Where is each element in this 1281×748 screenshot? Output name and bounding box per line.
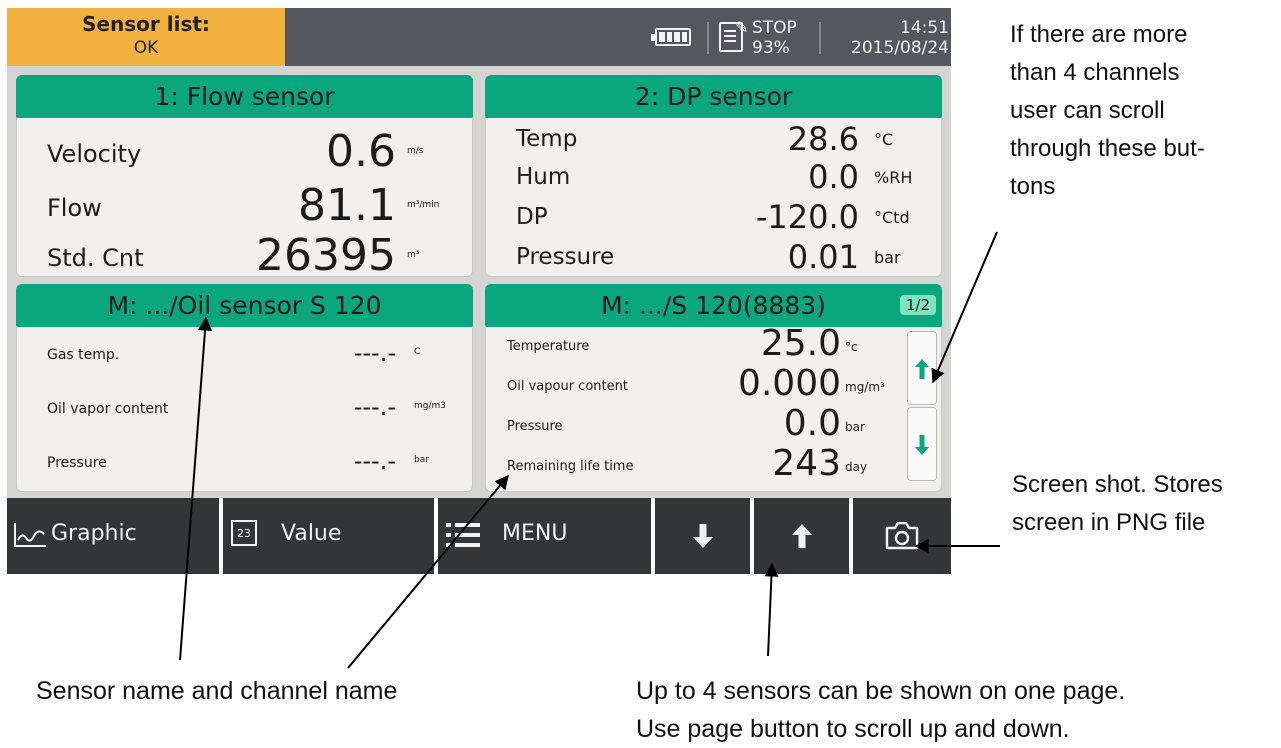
annotation-line: through these but-	[1010, 135, 1205, 162]
annotation-line: than 4 channels	[1010, 59, 1180, 86]
arrow-to-page-button	[764, 562, 779, 657]
sensor-name-annotation: Sensor name and channel name	[36, 677, 398, 705]
annotation-line: If there are more	[1010, 21, 1188, 48]
page-button-annotation: Up to 4 sensors can be shown on one page…	[636, 672, 1125, 748]
annotation-line: user can scroll	[1010, 97, 1165, 124]
annotation-line: screen in PNG file	[1012, 509, 1206, 536]
arrow-to-sensor-name	[179, 316, 213, 661]
arrow-to-scroll-buttons	[931, 231, 998, 384]
annotation-line: Up to 4 sensors can be shown on one page…	[636, 677, 1126, 705]
annotation-line: tons	[1010, 173, 1056, 200]
screenshot-annotation: Screen shot. Stores screen in PNG file	[1012, 466, 1280, 542]
annotation-line: Screen shot. Stores	[1012, 471, 1223, 498]
annotation-line: Use page button to scroll up and down.	[636, 715, 1070, 743]
arrow-to-channel-name	[347, 474, 509, 669]
scroll-annotation: If there are more than 4 channels user c…	[1010, 16, 1270, 206]
